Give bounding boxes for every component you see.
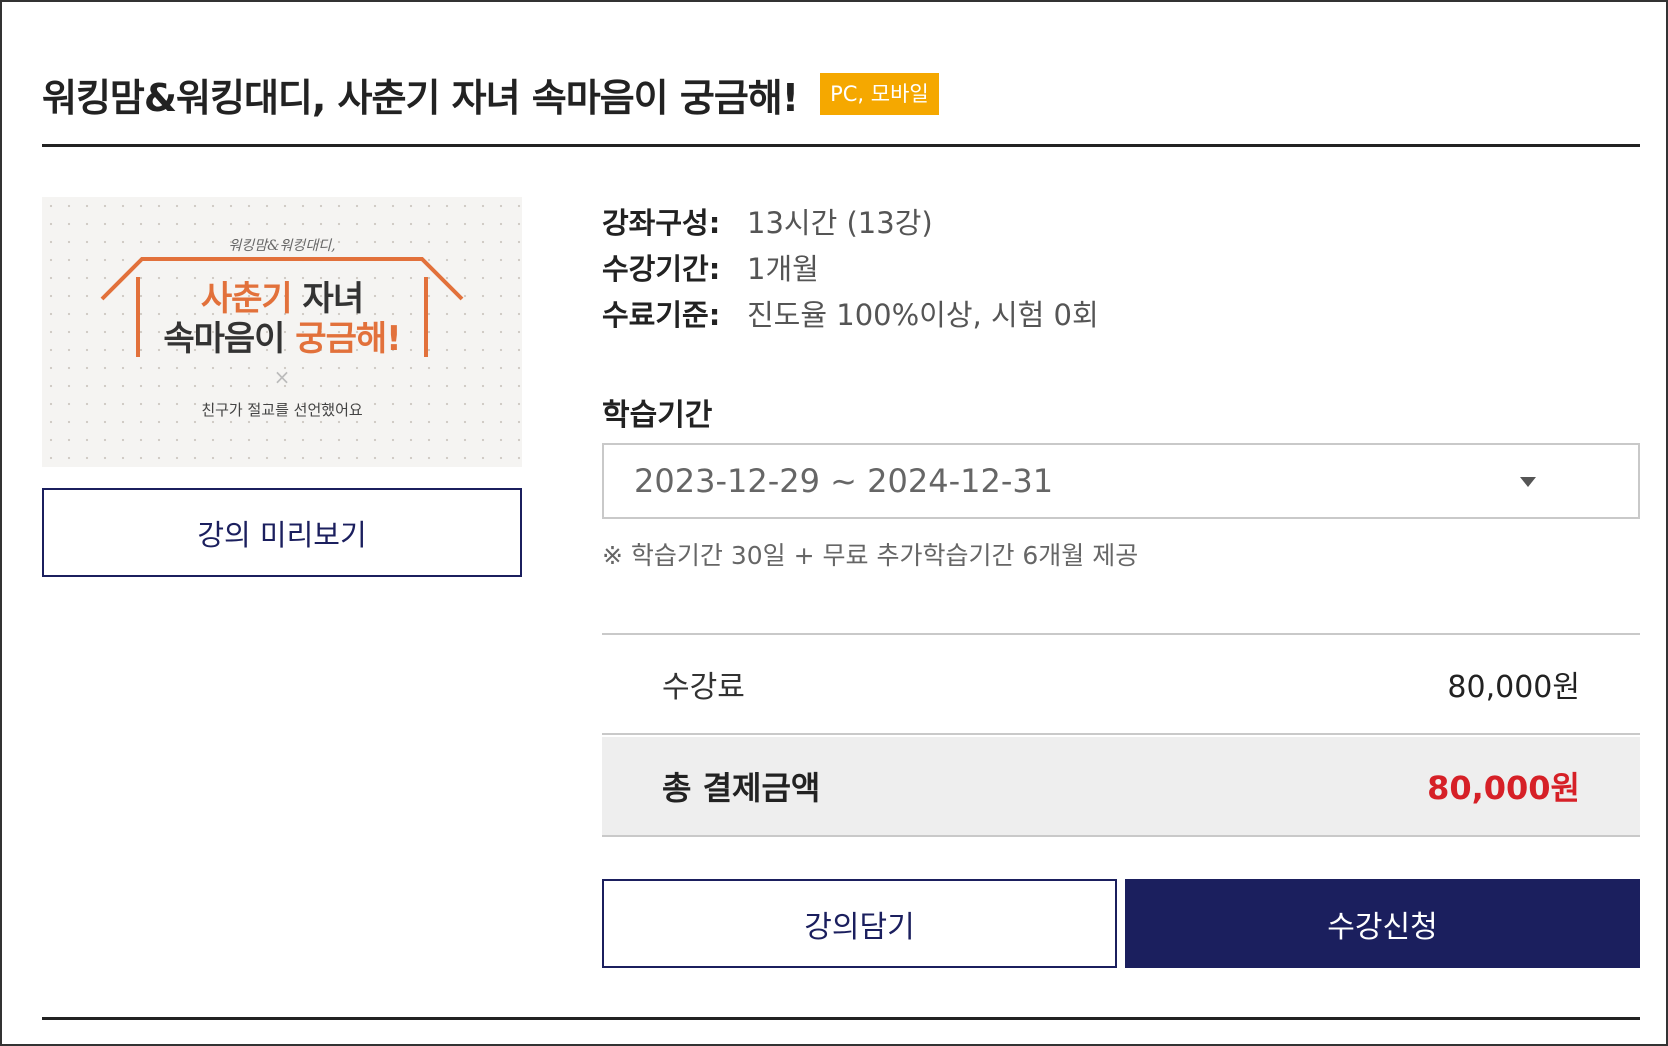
total-value: 80,000원 [1427, 769, 1580, 807]
title-divider [42, 144, 1640, 147]
thumbnail-title-text: 자녀 [291, 279, 365, 319]
platform-badge: PC, 모바일 [820, 73, 939, 115]
thumbnail-subtitle: 친구가 절교를 선언했어요 [201, 401, 363, 419]
info-row-completion: 수료기준: 진도율 100%이상, 시험 0회 [602, 292, 1099, 338]
thumbnail-title-accent: 사춘기 [200, 279, 293, 319]
caret-down-icon [1520, 477, 1536, 487]
thumbnail-title-text: 속마음이 [163, 319, 296, 359]
fee-label: 수강료 [662, 670, 745, 705]
lecture-preview-button[interactable]: 강의 미리보기 [42, 488, 522, 577]
course-thumbnail: 워킹맘&워킹대디, 사춘기 자녀 속마음이 궁금해! × 친구가 절교를 선언했… [42, 197, 522, 467]
study-period-heading: 학습기간 [602, 398, 713, 433]
total-label: 총 결제금액 [662, 769, 821, 807]
info-value: 1개월 [747, 252, 819, 286]
bottom-divider [42, 1017, 1640, 1020]
info-label: 강좌구성: [602, 206, 721, 240]
study-period-select[interactable]: 2023-12-29 ~ 2024-12-31 [602, 443, 1640, 519]
info-label: 수료기준: [602, 298, 721, 332]
info-value: 진도율 100%이상, 시험 0회 [747, 298, 1099, 332]
title-row: 워킹맘&워킹대디, 사춘기 자녀 속마음이 궁금해! PC, 모바일 [42, 64, 939, 124]
info-value: 13시간 (13강) [747, 206, 933, 240]
course-info: 강좌구성: 13시간 (13강) 수강기간: 1개월 수료기준: 진도율 100… [602, 200, 1099, 338]
thumbnail-title-accent: 궁금해! [295, 319, 401, 359]
info-label: 수강기간: [602, 252, 721, 286]
total-row: 총 결제금액 80,000원 [602, 737, 1640, 837]
thumbnail-small-text: 워킹맘&워킹대디, [228, 238, 336, 254]
thumbnail-title-line1: 사춘기 자녀 [42, 279, 522, 319]
course-panel: 워킹맘&워킹대디, 사춘기 자녀 속마음이 궁금해! PC, 모바일 워킹맘&워… [0, 0, 1668, 1046]
info-row-composition: 강좌구성: 13시간 (13강) [602, 200, 1099, 246]
fee-row: 수강료 80,000원 [602, 635, 1640, 735]
add-to-cart-button[interactable]: 강의담기 [602, 879, 1117, 968]
page-title: 워킹맘&워킹대디, 사춘기 자녀 속마음이 궁금해! [42, 75, 799, 120]
study-period-note: ※ 학습기간 30일 + 무료 추가학습기간 6개월 제공 [602, 541, 1139, 570]
enroll-button[interactable]: 수강신청 [1125, 879, 1640, 968]
thumbnail-title-line2: 속마음이 궁금해! [42, 319, 522, 359]
thumbnail-x-mark: × [273, 365, 291, 389]
info-row-duration: 수강기간: 1개월 [602, 246, 1099, 292]
study-period-value: 2023-12-29 ~ 2024-12-31 [634, 462, 1054, 500]
fee-value: 80,000원 [1447, 670, 1580, 705]
